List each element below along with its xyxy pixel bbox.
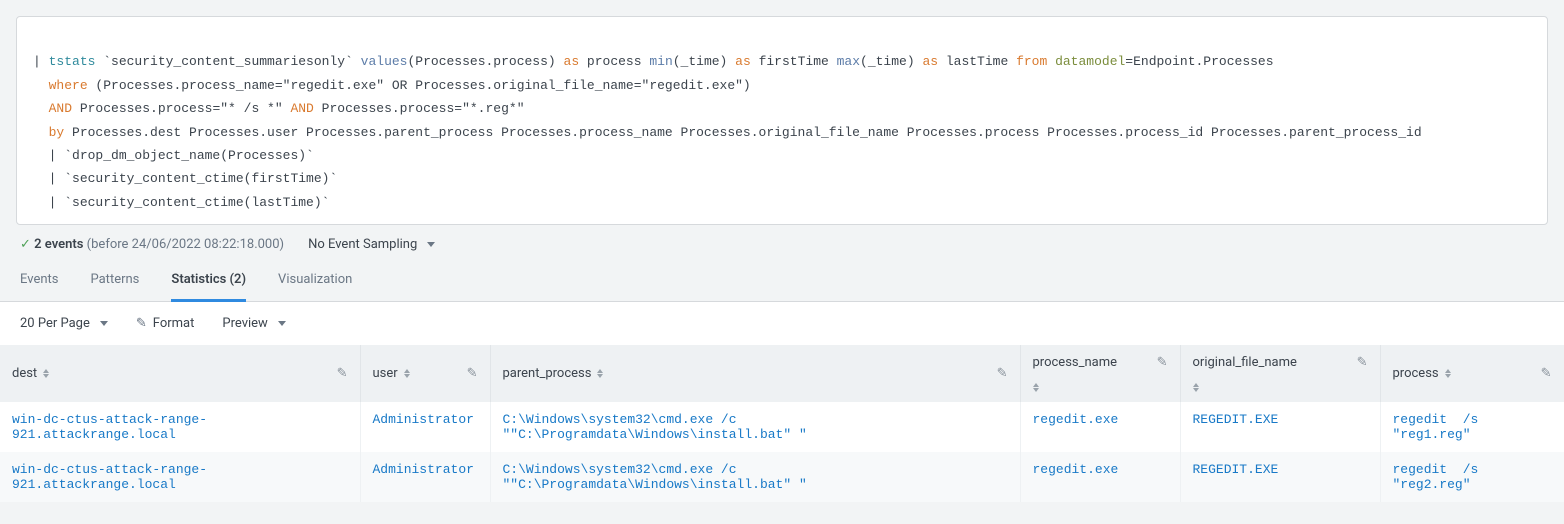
per-page-label: 20 Per Page: [20, 316, 90, 331]
pencil-icon[interactable]: [997, 366, 1008, 381]
column-label: dest: [12, 366, 37, 381]
column-label: user: [373, 366, 398, 381]
column-header-parent-process[interactable]: parent_process: [490, 345, 1020, 402]
cell-dest[interactable]: win-dc-ctus-attack-range-921.attackrange…: [0, 452, 360, 502]
column-label: process: [1393, 366, 1439, 381]
chevron-down-icon: [427, 242, 435, 247]
spl-line-5: | `drop_dm_object_name(Processes)`: [49, 148, 314, 163]
pencil-icon[interactable]: [1157, 355, 1168, 370]
status-bar: ✓ 2 events (before 24/06/2022 08:22:18.0…: [0, 225, 1564, 262]
cell-user[interactable]: Administrator: [360, 452, 490, 502]
column-label: process_name: [1033, 355, 1118, 370]
pencil-icon[interactable]: [467, 366, 478, 381]
column-header-dest[interactable]: dest: [0, 345, 360, 402]
pencil-icon[interactable]: [1357, 355, 1368, 370]
pencil-icon[interactable]: [337, 366, 348, 381]
cell-process[interactable]: regedit /s "reg2.reg": [1380, 452, 1564, 502]
results-body: win-dc-ctus-attack-range-921.attackrange…: [0, 402, 1564, 502]
event-time-range: (before 24/06/2022 08:22:18.000): [83, 237, 284, 252]
cell-dest[interactable]: win-dc-ctus-attack-range-921.attackrange…: [0, 402, 360, 452]
chevron-down-icon: [100, 321, 108, 326]
column-header-process[interactable]: process: [1380, 345, 1564, 402]
column-header-user[interactable]: user: [360, 345, 490, 402]
cell-parent-process[interactable]: C:\Windows\system32\cmd.exe /c ""C:\Prog…: [490, 452, 1020, 502]
column-header-process-name[interactable]: process_name: [1020, 345, 1180, 402]
cell-user[interactable]: Administrator: [360, 402, 490, 452]
preview-dropdown[interactable]: Preview: [222, 316, 285, 331]
table-row[interactable]: win-dc-ctus-attack-range-921.attackrange…: [0, 402, 1564, 452]
cell-original-file-name[interactable]: REGEDIT.EXE: [1180, 402, 1380, 452]
spl-line-1: | tstats `security_content_summariesonly…: [33, 54, 1274, 69]
table-row[interactable]: win-dc-ctus-attack-range-921.attackrange…: [0, 452, 1564, 502]
sort-icon: [43, 369, 49, 378]
cell-parent-process[interactable]: C:\Windows\system32\cmd.exe /c ""C:\Prog…: [490, 402, 1020, 452]
column-header-original-file-name[interactable]: original_file_name: [1180, 345, 1380, 402]
table-controls: 20 Per Page Format Preview: [0, 302, 1564, 345]
per-page-dropdown[interactable]: 20 Per Page: [20, 316, 108, 331]
chevron-down-icon: [278, 321, 286, 326]
sort-icon: [404, 369, 410, 378]
cell-original-file-name[interactable]: REGEDIT.EXE: [1180, 452, 1380, 502]
sort-icon: [1033, 383, 1039, 392]
sort-icon: [597, 369, 603, 378]
cell-process-name[interactable]: regedit.exe: [1020, 452, 1180, 502]
results-table: dest user parent_pro: [0, 345, 1564, 502]
search-query-editor[interactable]: | tstats `security_content_summariesonly…: [16, 16, 1548, 225]
preview-label: Preview: [222, 316, 267, 331]
tab-statistics[interactable]: Statistics (2): [171, 262, 246, 302]
column-label: original_file_name: [1193, 355, 1297, 370]
spl-line-7: | `security_content_ctime(lastTime)`: [49, 195, 330, 210]
event-count-status: ✓ 2 events (before 24/06/2022 08:22:18.0…: [20, 237, 284, 252]
spl-line-2: where (Processes.process_name="regedit.e…: [49, 78, 751, 93]
format-label: Format: [153, 316, 195, 331]
pencil-icon: [136, 316, 147, 331]
spl-line-3: AND Processes.process="* /s *" AND Proce…: [49, 101, 525, 116]
pencil-icon[interactable]: [1541, 366, 1552, 381]
event-sampling-label: No Event Sampling: [308, 237, 417, 252]
column-label: parent_process: [503, 366, 592, 381]
event-count: 2 events: [34, 237, 83, 252]
check-icon: ✓: [20, 237, 31, 252]
sort-icon: [1193, 383, 1199, 392]
tab-patterns[interactable]: Patterns: [90, 262, 139, 301]
cell-process-name[interactable]: regedit.exe: [1020, 402, 1180, 452]
format-button[interactable]: Format: [136, 316, 195, 331]
cell-process[interactable]: regedit /s "reg1.reg": [1380, 402, 1564, 452]
result-tabs: Events Patterns Statistics (2) Visualiza…: [0, 262, 1564, 302]
tab-events[interactable]: Events: [20, 262, 58, 301]
tab-visualization[interactable]: Visualization: [278, 262, 352, 301]
sort-icon: [1445, 369, 1451, 378]
spl-line-6: | `security_content_ctime(firstTime)`: [49, 171, 338, 186]
spl-line-4: by Processes.dest Processes.user Process…: [49, 125, 1422, 140]
event-sampling-dropdown[interactable]: No Event Sampling: [308, 237, 435, 252]
